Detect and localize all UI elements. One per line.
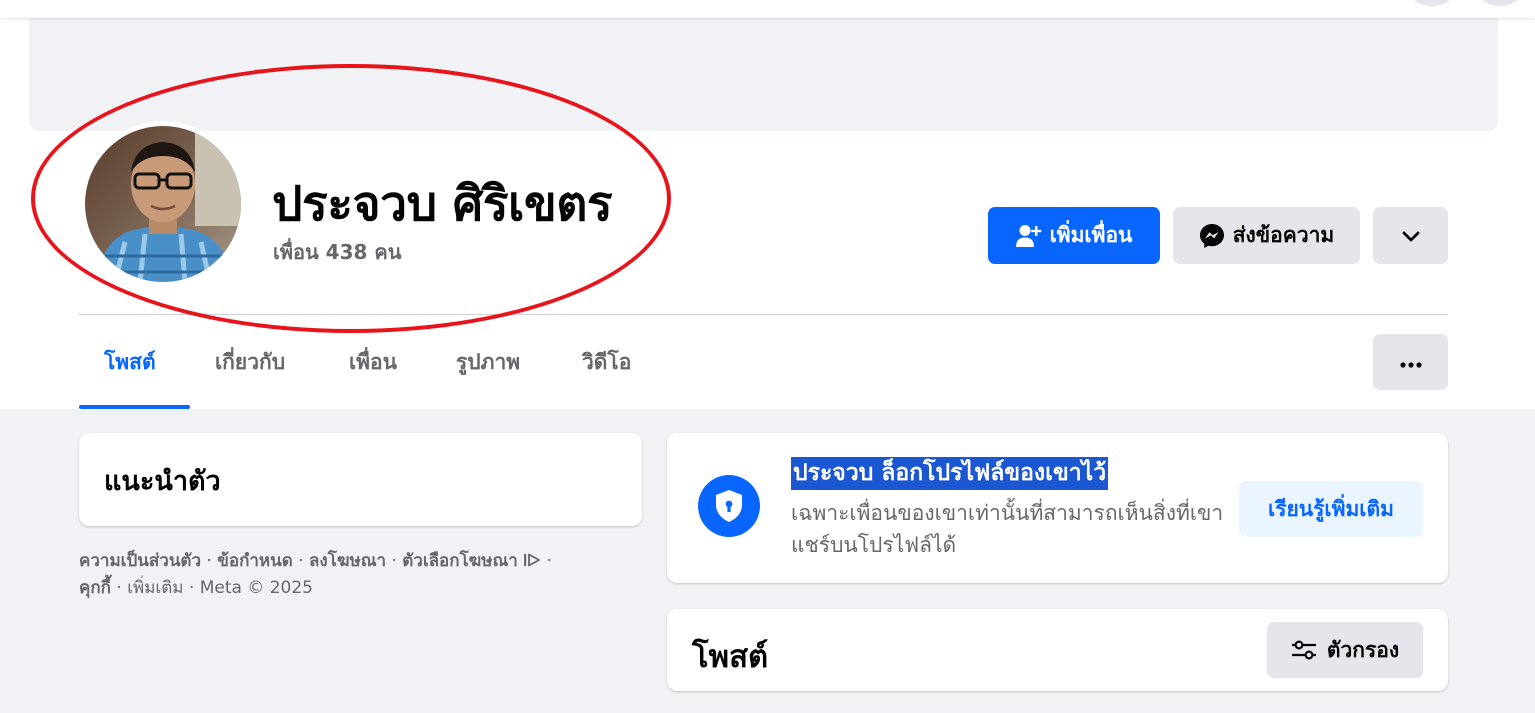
more-dots-icon: [1399, 353, 1422, 372]
nav-icon-button[interactable]: [1410, 0, 1454, 6]
footer-links: ความเป็นส่วนตัว · ข้อกำหนด · ลงโฆษณา · ต…: [79, 551, 553, 598]
add-friend-button[interactable]: เพิ่มเพื่อน: [988, 207, 1160, 264]
learn-more-button[interactable]: เรียนรู้เพิ่มเติม: [1239, 481, 1423, 537]
filter-button[interactable]: ตัวกรอง: [1267, 622, 1423, 678]
add-friend-icon: [1015, 224, 1042, 248]
profile-name: ประจวบ ศิริเขตร: [272, 176, 613, 232]
locked-profile-description: เฉพาะเพื่อนของเขาเท่านั้นที่สามารถเห็นสิ…: [791, 501, 1224, 557]
tab-photos[interactable]: รูปภาพ: [456, 336, 520, 388]
locked-profile-title: ประจวบ ล็อกโปรไฟล์ของเขาไว้: [791, 457, 1109, 490]
active-tab-indicator: [79, 405, 190, 409]
cover-photo[interactable]: [29, 18, 1498, 131]
ad-choices-icon: [523, 551, 546, 571]
tab-videos[interactable]: วิดีโอ: [582, 336, 631, 388]
message-button[interactable]: ส่งข้อความ: [1173, 207, 1360, 264]
tab-friends[interactable]: เพื่อน: [349, 336, 397, 388]
header-divider: [79, 314, 1448, 315]
posts-title: โพสต์: [692, 639, 769, 675]
filter-label: ตัวกรอง: [1326, 637, 1400, 662]
footer-copyright: Meta © 2025: [199, 578, 313, 598]
tab-about[interactable]: เกี่ยวกับ: [215, 336, 285, 388]
footer-link-ad-choices[interactable]: ตัวเลือกโฆษณา: [402, 551, 518, 571]
top-navigation-bar: [0, 0, 1535, 18]
footer-link-advertising[interactable]: ลงโฆษณา: [309, 551, 386, 571]
add-friend-label: เพิ่มเพื่อน: [1049, 223, 1133, 247]
chevron-down-icon: [1402, 224, 1420, 248]
profile-options-dropdown[interactable]: [1373, 207, 1448, 264]
avatar-photo: [85, 126, 241, 282]
intro-title: แนะนำตัว: [104, 466, 221, 497]
friend-count[interactable]: เพื่อน 438 คน: [273, 236, 401, 268]
message-label: ส่งข้อความ: [1232, 223, 1335, 247]
messenger-icon: [1199, 223, 1225, 249]
locked-profile-card: ประจวบ ล็อกโปรไฟล์ของเขาไว้ เฉพาะเพื่อนข…: [667, 433, 1448, 583]
footer-link-privacy[interactable]: ความเป็นส่วนตัว: [79, 551, 201, 571]
filter-sliders-icon: [1291, 640, 1317, 660]
footer-link-cookies[interactable]: คุกกี้: [79, 578, 111, 598]
nav-account-button[interactable]: [1478, 0, 1522, 6]
tab-posts[interactable]: โพสต์: [104, 336, 156, 388]
profile-avatar[interactable]: [85, 126, 241, 282]
tabs-more-button[interactable]: [1373, 334, 1448, 390]
footer-link-terms[interactable]: ข้อกำหนด: [217, 551, 293, 571]
footer-link-more[interactable]: เพิ่มเติม: [127, 578, 183, 598]
posts-card: โพสต์ ตัวกรอง: [667, 609, 1448, 691]
shield-lock-icon: [698, 475, 760, 537]
intro-card: แนะนำตัว: [79, 433, 642, 526]
